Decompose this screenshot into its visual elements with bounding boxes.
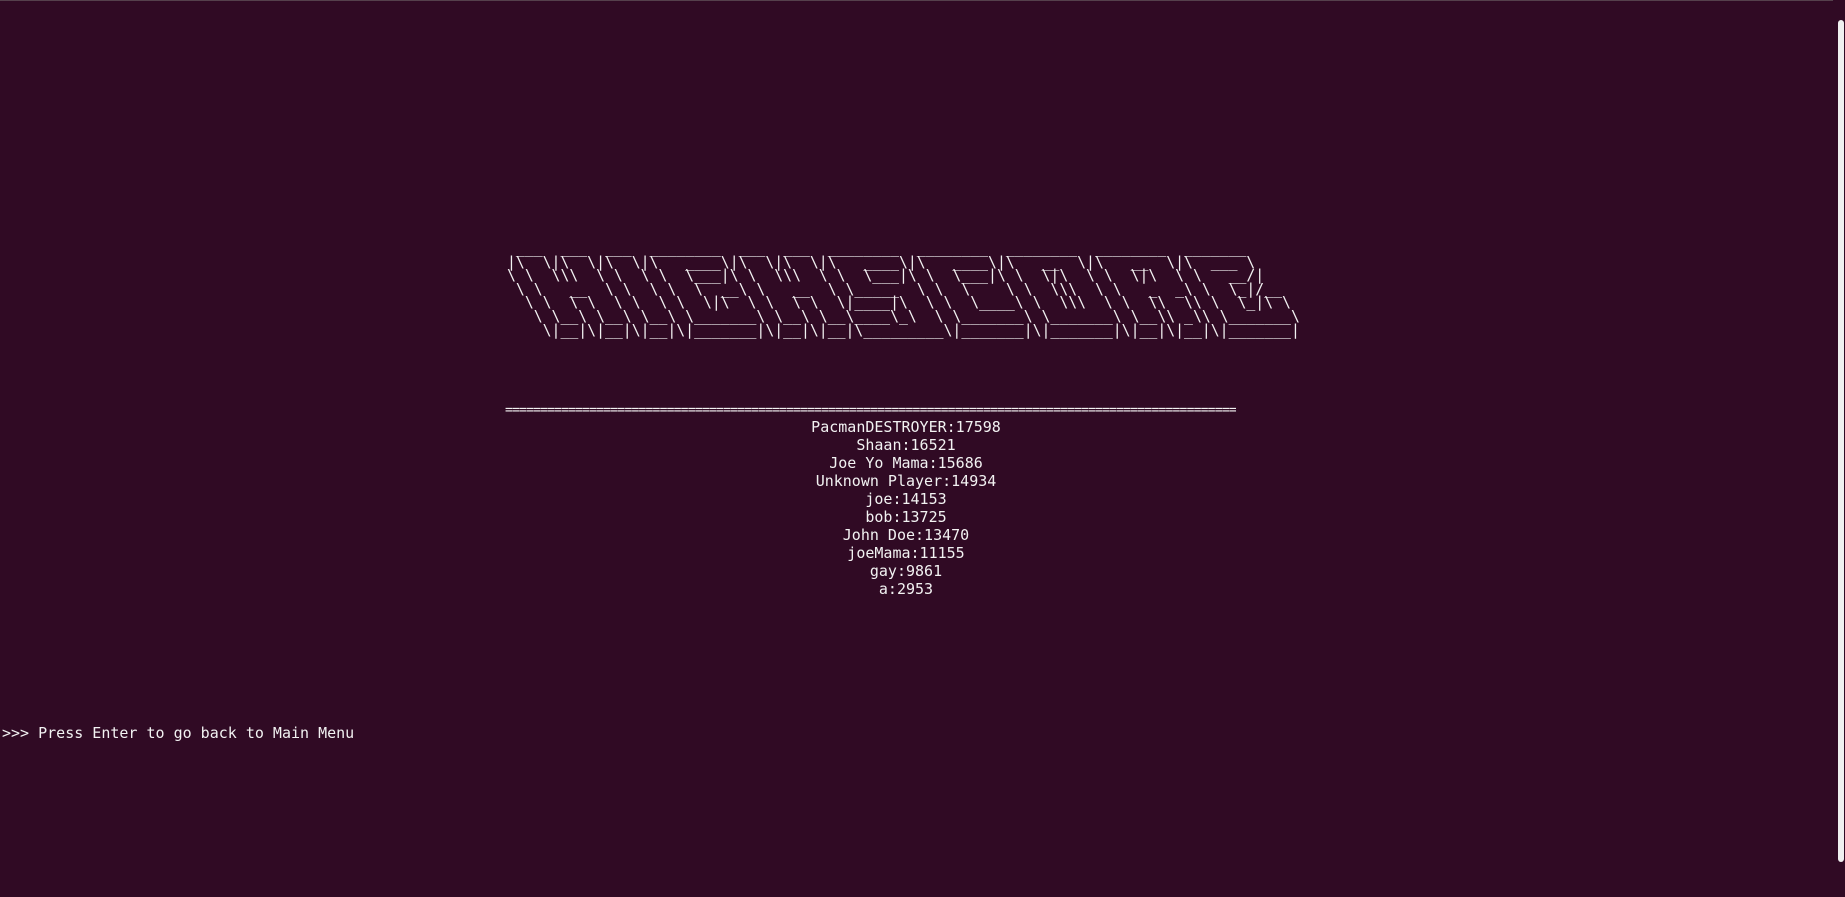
window-top-border	[0, 0, 1845, 1]
score-row: Unknown Player:14934	[815, 472, 997, 490]
score-row: gay:9861	[869, 562, 943, 580]
terminal-prompt[interactable]: >>> Press Enter to go back to Main Menu	[2, 724, 354, 742]
score-row: a:2953	[878, 580, 934, 598]
score-row: PacmanDESTROYER:17598	[811, 418, 1001, 436]
terminal-window[interactable]: ___ ___ ___ ________ ___ ___ ________ __…	[0, 0, 1845, 897]
scrollbar[interactable]	[1833, 0, 1845, 897]
score-row: Shaan:16521	[856, 436, 956, 454]
score-row: joeMama:11155	[847, 544, 965, 562]
ascii-art-title: ___ ___ ___ ________ ___ ___ ________ __…	[507, 240, 1300, 339]
score-row: bob:13725	[865, 508, 947, 526]
score-row: Joe Yo Mama:15686	[829, 454, 983, 472]
separator-line: ========================================…	[505, 403, 1237, 418]
score-row: John Doe:13470	[842, 526, 970, 544]
score-row: joe:14153	[865, 490, 947, 508]
scrollbar-thumb[interactable]	[1838, 20, 1844, 862]
high-score-list: PacmanDESTROYER:17598 Shaan:16521 Joe Yo…	[506, 418, 1306, 598]
